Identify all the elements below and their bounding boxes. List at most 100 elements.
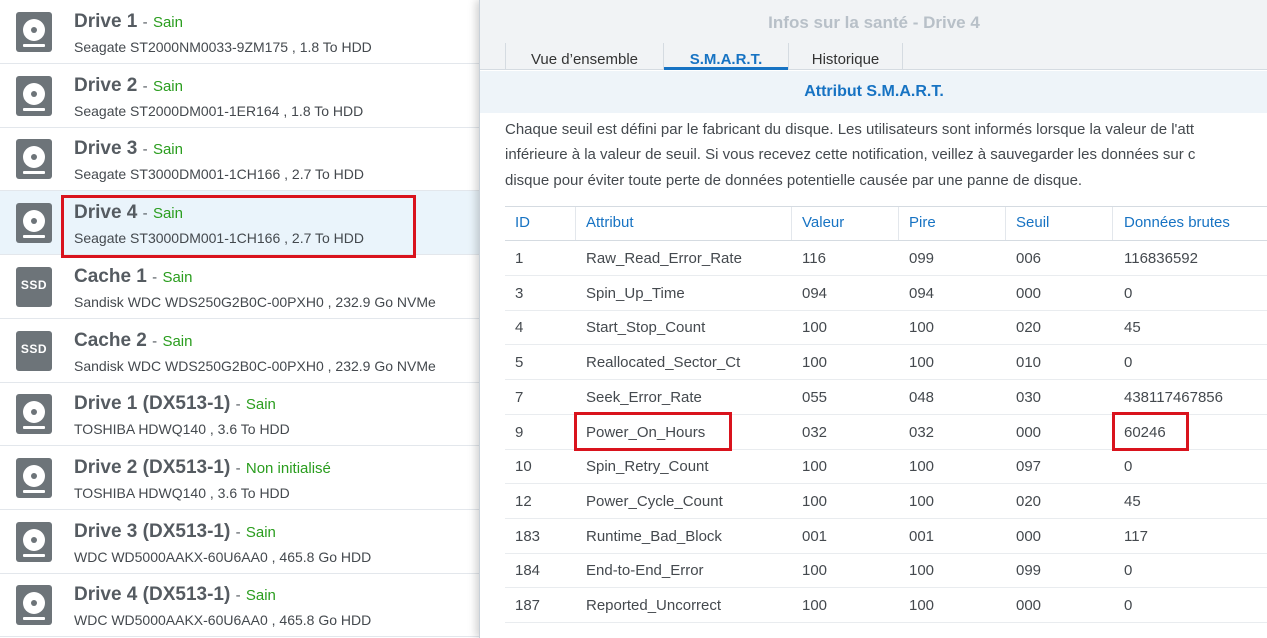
highlight-box-raw-value: [1112, 412, 1189, 451]
cell-threshold: 000: [1016, 424, 1042, 441]
table-header-top-border: [505, 206, 1267, 207]
drive-list-item[interactable]: Drive 2 - Sain Seagate ST2000DM001-1ER164…: [0, 64, 480, 128]
cell-worst: 100: [909, 354, 935, 371]
drive-title: Drive 2 (DX513-1) - Non initialisé: [74, 457, 331, 479]
cell-threshold: 099: [1016, 562, 1042, 579]
drive-list-item[interactable]: Drive 3 - Sain Seagate ST3000DM001-1CH166…: [0, 127, 480, 191]
column-header-raw-data[interactable]: Données brutes: [1124, 214, 1230, 231]
cell-worst: 094: [909, 285, 935, 302]
cell-threshold: 000: [1016, 597, 1042, 614]
table-row[interactable]: 12 Power_Cycle_Count 100 100 020 45: [505, 484, 1267, 519]
tab-smart[interactable]: S.M.A.R.T.: [664, 43, 788, 70]
table-row[interactable]: 183 Runtime_Bad_Block 001 001 000 117: [505, 519, 1267, 554]
disk-platter-shape: [23, 592, 45, 614]
drive-description: Sandisk WDC WDS250G2B0C-00PXH0 , 232.9 G…: [74, 294, 436, 310]
cell-id: 187: [515, 597, 541, 614]
column-divider: [575, 207, 576, 240]
cell-id: 9: [515, 424, 524, 441]
cell-worst: 100: [909, 319, 935, 336]
cell-raw-data: 0: [1124, 597, 1133, 614]
column-header-threshold[interactable]: Seuil: [1016, 214, 1049, 231]
cell-raw-data: 0: [1124, 285, 1133, 302]
status-separator: -: [142, 78, 148, 95]
table-row[interactable]: 4 Start_Stop_Count 100 100 020 45: [505, 310, 1267, 345]
cell-raw-data: 117: [1124, 528, 1148, 545]
column-header-id[interactable]: ID: [515, 214, 530, 231]
drive-name: Cache 2: [74, 330, 147, 351]
cell-attribute: Power_Cycle_Count: [586, 493, 723, 510]
drive-list-item[interactable]: Drive 1 (DX513-1) - Sain TOSHIBA HDWQ140 …: [0, 382, 480, 446]
cell-value: 100: [802, 493, 828, 510]
cell-threshold: 020: [1016, 319, 1042, 336]
cell-raw-data: 116836592: [1124, 250, 1198, 267]
drive-name: Drive 1 (DX513-1): [74, 393, 231, 414]
drive-list-item[interactable]: SSD Cache 1 - Sain Sandisk WDC WDS250G2B0C…: [0, 255, 480, 319]
drive-list-item[interactable]: Drive 2 (DX513-1) - Non initialisé TOSHIB…: [0, 446, 480, 510]
cell-value: 094: [802, 285, 828, 302]
drive-status: Sain: [162, 269, 193, 286]
cell-attribute: End-to-End_Error: [586, 562, 704, 579]
drive-list-item[interactable]: Drive 4 (DX513-1) - Sain WDC WD5000AAKX-6…: [0, 573, 480, 637]
tab-history[interactable]: Historique: [789, 43, 902, 70]
tab-divider: [902, 43, 903, 70]
drive-name: Drive 2 (DX513-1): [74, 457, 231, 478]
health-info-dialog: Infos sur la santé - Drive 4 Vue d’ensem…: [479, 0, 1267, 638]
column-divider: [898, 207, 899, 240]
table-row[interactable]: 187 Reported_Uncorrect 100 100 000 0: [505, 588, 1267, 623]
table-row[interactable]: 184 End-to-End_Error 100 100 099 0: [505, 553, 1267, 588]
cell-worst: 100: [909, 458, 935, 475]
drive-title: Drive 2 - Sain: [74, 75, 183, 97]
drive-name: Cache 1: [74, 266, 147, 287]
column-header-worst[interactable]: Pire: [909, 214, 936, 231]
cell-worst: 100: [909, 597, 935, 614]
cell-value: 100: [802, 562, 828, 579]
highlight-box-power-on-hours: [574, 412, 732, 451]
cell-threshold: 097: [1016, 458, 1042, 475]
cell-id: 12: [515, 493, 532, 510]
drive-description: WDC WD5000AAKX-60U6AA0 , 465.8 Go HDD: [74, 612, 372, 628]
status-separator: -: [235, 524, 241, 541]
drive-name: Drive 3 (DX513-1): [74, 521, 231, 542]
drive-title: Drive 1 (DX513-1) - Sain: [74, 393, 276, 415]
cell-raw-data: 0: [1124, 354, 1133, 371]
drive-title: Drive 1 - Sain: [74, 11, 183, 33]
drive-title: Drive 4 (DX513-1) - Sain: [74, 584, 276, 606]
drive-description: Seagate ST2000NM0033-9ZM175 , 1.8 To HDD: [74, 39, 372, 55]
disk-slot-shape: [23, 617, 45, 620]
cell-value: 100: [802, 458, 828, 475]
ssd-badge-text: SSD: [20, 278, 48, 292]
description-line: Chaque seuil est défini par le fabricant…: [505, 121, 1195, 138]
disk-slot-shape: [23, 44, 45, 47]
cell-attribute: Reallocated_Sector_Ct: [586, 354, 741, 371]
status-separator: -: [235, 587, 241, 604]
cell-value: 100: [802, 319, 828, 336]
drive-status: Sain: [245, 396, 276, 413]
status-separator: -: [152, 269, 158, 286]
disk-platter-shape: [23, 401, 45, 423]
disk-slot-shape: [23, 108, 45, 111]
drive-description: WDC WD5000AAKX-60U6AA0 , 465.8 Go HDD: [74, 549, 372, 565]
drive-list-item[interactable]: SSD Cache 2 - Sain Sandisk WDC WDS250G2B0C…: [0, 319, 480, 383]
column-header-attribute[interactable]: Attribut: [586, 214, 634, 231]
table-row[interactable]: 3 Spin_Up_Time 094 094 000 0: [505, 276, 1267, 311]
tab-overview[interactable]: Vue d’ensemble: [506, 43, 663, 70]
column-divider: [1112, 207, 1113, 240]
table-row[interactable]: 1 Raw_Read_Error_Rate 116 099 006 116836592: [505, 241, 1267, 276]
hdd-icon: [16, 394, 52, 434]
cell-id: 183: [515, 528, 541, 545]
cell-id: 1: [515, 250, 524, 267]
table-row[interactable]: 10 Spin_Retry_Count 100 100 097 0: [505, 449, 1267, 484]
ssd-badge-text: SSD: [20, 342, 48, 356]
cell-worst: 100: [909, 493, 935, 510]
table-row[interactable]: 7 Seek_Error_Rate 055 048 030 438117467856: [505, 380, 1267, 415]
drive-status: Sain: [162, 333, 193, 350]
table-row[interactable]: 5 Reallocated_Sector_Ct 100 100 010 0: [505, 345, 1267, 380]
drive-title: Cache 1 - Sain: [74, 266, 192, 288]
drive-list-item[interactable]: Drive 1 - Sain Seagate ST2000NM0033-9ZM17…: [0, 0, 480, 64]
drive-list-item[interactable]: Drive 3 (DX513-1) - Sain WDC WD5000AAKX-6…: [0, 510, 480, 574]
cell-worst: 099: [909, 250, 935, 267]
status-separator: -: [142, 141, 148, 158]
column-header-value[interactable]: Valeur: [802, 214, 844, 231]
hdd-icon: [16, 522, 52, 562]
disk-platter-shape: [23, 83, 45, 105]
